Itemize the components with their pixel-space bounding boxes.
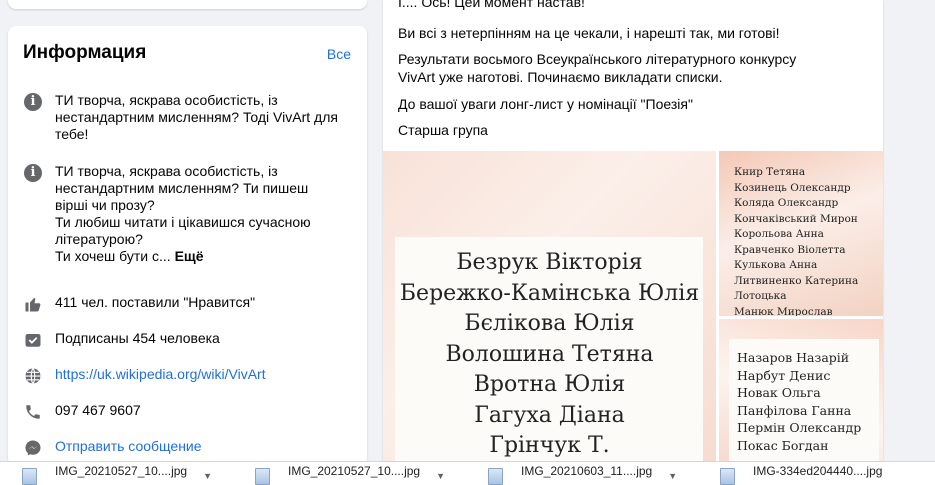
about-row-2: i ТИ творча, яскрава особистість, із нес… xyxy=(23,163,353,265)
likes-text: 411 чел. поставили "Нравится" xyxy=(55,294,256,310)
download-item[interactable]: IMG_20210527_10....jpg ▼ xyxy=(255,462,445,485)
download-item[interactable]: IMG_20210603_11....jpg ▼ xyxy=(488,462,677,485)
likes-row: 411 чел. поставили "Нравится" xyxy=(23,294,353,314)
chevron-down-icon[interactable]: ▼ xyxy=(203,471,212,481)
info-icon: i xyxy=(23,163,43,183)
download-filename: IMG_20210527_10....jpg xyxy=(55,463,188,478)
about-text-1: ТИ творча, яскрава особистість, із неста… xyxy=(55,92,338,142)
info-title: Информация xyxy=(23,42,147,63)
image-file-icon xyxy=(720,468,735,485)
post-text-line: Результати восьмого Всеукраїнського літе… xyxy=(398,51,797,67)
download-filename: IMG_20210603_11....jpg xyxy=(521,463,653,478)
download-item[interactable]: IMG-334ed204440....jpg xyxy=(720,462,882,485)
post-image-main[interactable]: Безрук Вікторія Бережко-Камінська Юлія Б… xyxy=(383,151,716,466)
info-icon: i xyxy=(23,92,43,112)
check-icon xyxy=(23,330,43,350)
post-image-side-1[interactable]: Книр Тетяна Козинець Олександр Коляда Ол… xyxy=(719,151,883,316)
website-row: https://uk.wikipedia.org/wiki/VivArt xyxy=(23,366,353,386)
phone-row: 097 467 9607 xyxy=(23,402,353,422)
message-row: Отправить сообщение xyxy=(23,438,353,458)
post-text-line: До вашої уваги лонг-лист у номінації "По… xyxy=(398,96,693,112)
phone-icon xyxy=(23,402,43,422)
thumbs-up-icon xyxy=(23,294,43,314)
about-row-1: i ТИ творча, яскрава особистість, із нес… xyxy=(23,92,353,143)
download-filename: IMG_20210527_10....jpg xyxy=(288,463,421,478)
chevron-down-icon[interactable]: ▼ xyxy=(668,471,677,481)
see-all-link[interactable]: Все xyxy=(327,46,351,62)
send-message-link[interactable]: Отправить сообщение xyxy=(55,438,202,455)
chevron-down-icon[interactable]: ▼ xyxy=(436,471,445,481)
image-file-icon xyxy=(255,468,270,485)
image-names-list: Книр Тетяна Козинець Олександр Коляда Ол… xyxy=(734,166,859,316)
post-image-side-2[interactable]: Назаров Назарій Нарбут Денис Новак Ольга… xyxy=(719,319,883,466)
phone-text: 097 467 9607 xyxy=(55,402,141,418)
followers-text: Подписаны 454 человека xyxy=(55,330,220,346)
download-item[interactable]: IMG_20210527_10....jpg ▼ xyxy=(22,462,212,485)
download-filename: IMG-334ed204440....jpg xyxy=(753,463,883,478)
see-more-link[interactable]: Ещё xyxy=(175,248,204,264)
downloads-bar: IMG_20210527_10....jpg ▼ IMG_20210527_10… xyxy=(0,461,935,485)
image-names-list: Назаров Назарій Нарбут Денис Новак Ольга… xyxy=(737,350,862,453)
about-text-2: ТИ творча, яскрава особистість, із неста… xyxy=(55,163,311,264)
post-text-line: Ви всі з нетерпінням на це чекали, і нар… xyxy=(398,25,780,41)
post-text-line: Старша група xyxy=(398,122,488,138)
previous-card xyxy=(8,0,367,9)
globe-icon xyxy=(23,366,43,386)
post-text-line: VivArt уже наготові. Починаємо викладати… xyxy=(398,69,723,85)
followers-row: Подписаны 454 человека xyxy=(23,330,353,350)
info-card: Информация Все i ТИ творча, яскрава особ… xyxy=(8,26,367,466)
post-card: І.... Ось! Цей момент настав! Ви всі з н… xyxy=(383,0,883,466)
post-text-line: І.... Ось! Цей момент настав! xyxy=(398,0,585,10)
image-file-icon xyxy=(488,468,503,485)
image-file-icon xyxy=(22,468,37,485)
website-link[interactable]: https://uk.wikipedia.org/wiki/VivArt xyxy=(55,366,266,383)
messenger-icon xyxy=(23,438,43,458)
image-names-list: Безрук Вікторія Бережко-Камінська Юлія Б… xyxy=(399,250,700,458)
